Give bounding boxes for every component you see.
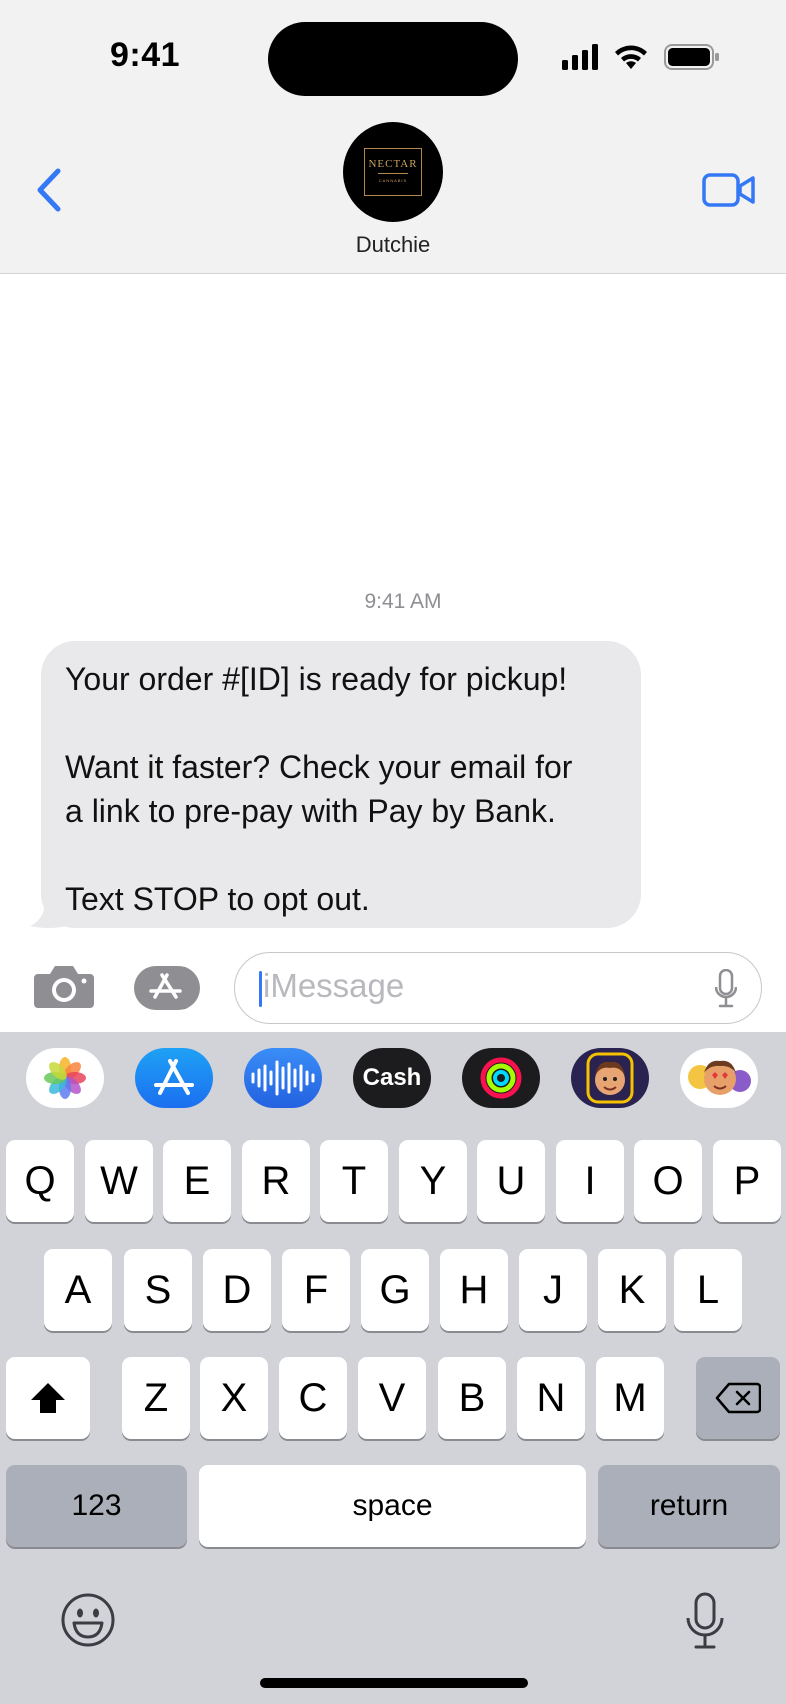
key-p[interactable]: P (713, 1140, 781, 1222)
camera-icon[interactable] (32, 962, 96, 1010)
delete-key[interactable] (696, 1357, 780, 1439)
app-store-icon[interactable] (135, 1048, 213, 1108)
key-x[interactable]: X (200, 1357, 268, 1439)
status-time: 9:41 (110, 36, 181, 74)
imessage-input[interactable]: iMessage (234, 952, 762, 1024)
message-line: Want it faster? Check your email for (65, 749, 573, 785)
key-z[interactable]: Z (122, 1357, 190, 1439)
key-f[interactable]: F (282, 1249, 350, 1331)
message-line: a link to pre-pay with Pay by Bank. (65, 793, 556, 829)
message-line: Your order #[ID] is ready for pickup! (65, 661, 568, 697)
key-h[interactable]: H (440, 1249, 508, 1331)
text-caret (259, 971, 262, 1007)
audio-message-icon[interactable] (244, 1048, 322, 1108)
message-line (65, 833, 619, 877)
key-m[interactable]: M (596, 1357, 664, 1439)
input-placeholder: iMessage (263, 967, 405, 1004)
shift-arrow-icon (31, 1383, 65, 1413)
key-k[interactable]: K (598, 1249, 666, 1331)
apple-cash-label: Cash (362, 1064, 422, 1091)
contact-name[interactable]: Dutchie (0, 232, 786, 258)
cellular-signal-icon (562, 44, 598, 70)
key-l[interactable]: L (674, 1249, 742, 1331)
space-key[interactable]: space (199, 1465, 586, 1547)
back-chevron-icon[interactable] (30, 165, 70, 215)
key-d[interactable]: D (203, 1249, 271, 1331)
battery-icon (664, 44, 719, 70)
dictation-mic-icon[interactable] (684, 1592, 726, 1650)
key-o[interactable]: O (634, 1140, 702, 1222)
brand-logo: NECTAR CANNABIS (364, 148, 422, 196)
key-j[interactable]: J (519, 1249, 587, 1331)
key-q[interactable]: Q (6, 1140, 74, 1222)
shift-key[interactable] (6, 1357, 90, 1439)
key-t[interactable]: T (320, 1140, 388, 1222)
apple-cash-icon[interactable]: Cash (353, 1048, 431, 1108)
contact-avatar[interactable]: NECTAR CANNABIS (343, 122, 443, 222)
photos-app-icon[interactable] (26, 1048, 104, 1108)
apps-button-icon[interactable] (134, 964, 208, 1012)
backspace-icon (715, 1382, 761, 1414)
emoji-icon[interactable] (60, 1592, 116, 1648)
key-v[interactable]: V (358, 1357, 426, 1439)
activity-icon[interactable] (462, 1048, 540, 1108)
dynamic-island (268, 22, 518, 96)
dictation-mic-icon[interactable] (715, 969, 737, 1009)
memoji-icon[interactable] (571, 1048, 649, 1108)
wifi-icon (615, 45, 647, 69)
memoji-stickers-icon[interactable] (680, 1048, 758, 1108)
message-line (65, 701, 619, 745)
incoming-message-bubble[interactable]: Your order #[ID] is ready for pickup! Wa… (41, 641, 641, 928)
key-u[interactable]: U (477, 1140, 545, 1222)
key-s[interactable]: S (124, 1249, 192, 1331)
return-key[interactable]: return (598, 1465, 780, 1547)
message-timestamp: 9:41 AM (364, 590, 442, 613)
key-a[interactable]: A (44, 1249, 112, 1331)
message-line: Text STOP to opt out. (65, 881, 370, 917)
key-e[interactable]: E (163, 1140, 231, 1222)
key-r[interactable]: R (242, 1140, 310, 1222)
key-i[interactable]: I (556, 1140, 624, 1222)
home-indicator (260, 1678, 528, 1688)
key-g[interactable]: G (361, 1249, 429, 1331)
key-n[interactable]: N (517, 1357, 585, 1439)
key-c[interactable]: C (279, 1357, 347, 1439)
numbers-key[interactable]: 123 (6, 1465, 187, 1547)
key-y[interactable]: Y (399, 1140, 467, 1222)
key-w[interactable]: W (85, 1140, 153, 1222)
key-b[interactable]: B (438, 1357, 506, 1439)
facetime-video-icon[interactable] (702, 170, 756, 210)
